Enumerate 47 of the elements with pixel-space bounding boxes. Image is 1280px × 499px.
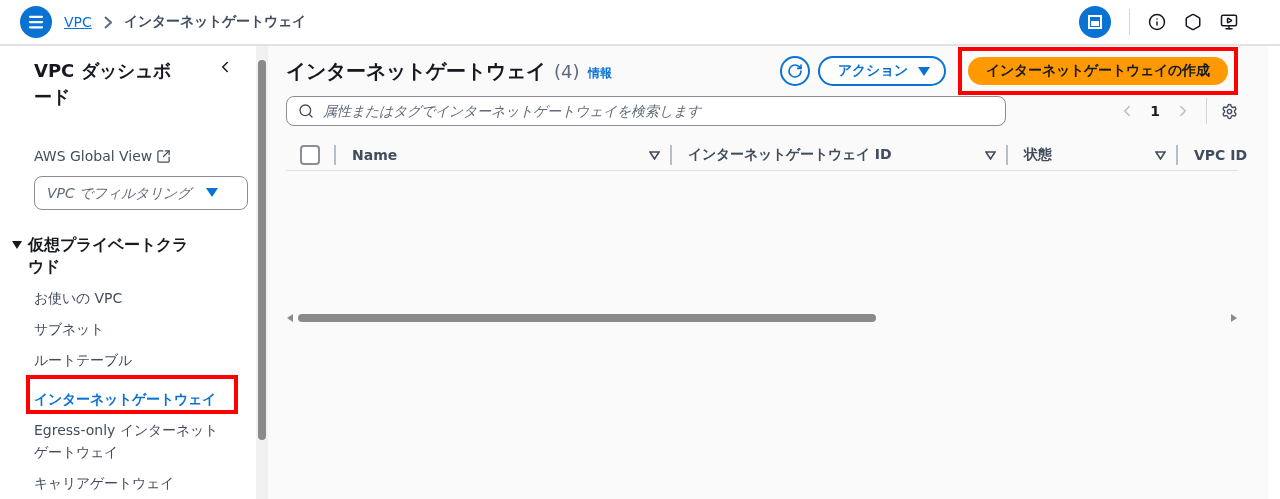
scrollbar[interactable] bbox=[298, 314, 876, 322]
scroll-left-icon[interactable] bbox=[286, 314, 294, 322]
search-icon bbox=[298, 103, 314, 119]
nav-item[interactable]: キャリアゲートウェイ bbox=[34, 472, 222, 494]
console-icon[interactable] bbox=[1220, 13, 1238, 31]
column-header[interactable]: Name bbox=[352, 147, 398, 163]
column-header[interactable]: VPC ID bbox=[1194, 147, 1248, 163]
page-number[interactable]: 1 bbox=[1150, 103, 1160, 119]
scroll-right-icon[interactable] bbox=[1230, 314, 1238, 322]
panel-toggle-button[interactable] bbox=[1079, 6, 1111, 38]
filter-dropdown[interactable]: VPC でフィルタリング bbox=[34, 176, 248, 210]
sidebar-title: VPC ダッシュボード bbox=[34, 59, 172, 109]
page-title: インターネットゲートウェイ bbox=[286, 57, 546, 85]
actions-button[interactable]: アクション bbox=[818, 56, 946, 86]
external-link-icon bbox=[156, 148, 172, 164]
menu-button[interactable] bbox=[20, 6, 52, 38]
column-header[interactable]: 状態 bbox=[1024, 146, 1052, 164]
menu-icon bbox=[27, 13, 45, 31]
select-all-checkbox[interactable] bbox=[300, 145, 320, 165]
refresh-icon bbox=[787, 63, 803, 79]
nav-item[interactable]: Egress-only インターネットゲートウェイ bbox=[34, 419, 222, 463]
nav-item[interactable]: サブネット bbox=[34, 318, 222, 340]
settings-icon[interactable] bbox=[1221, 102, 1238, 120]
hexagon-icon[interactable] bbox=[1184, 13, 1202, 31]
search-field[interactable]: 属性またはタグでインターネットゲートウェイを検索します bbox=[286, 96, 1006, 126]
caret-icon bbox=[206, 188, 219, 197]
sort-icon[interactable] bbox=[985, 150, 996, 160]
breadcrumb-current: インターネットゲートウェイ bbox=[123, 13, 306, 31]
section-heading: 仮想プライベートクラウド bbox=[28, 234, 189, 278]
info-icon[interactable] bbox=[1148, 13, 1166, 31]
global-view-link[interactable]: AWS Global View bbox=[34, 148, 235, 164]
refresh-button[interactable] bbox=[780, 56, 810, 86]
caret-icon bbox=[918, 66, 930, 76]
info-link[interactable]: 情報 bbox=[587, 64, 612, 82]
nav-item[interactable]: ルートテーブル bbox=[34, 349, 222, 371]
nav-item[interactable]: お使いの VPC bbox=[34, 287, 222, 309]
scrollbar[interactable] bbox=[256, 46, 268, 499]
column-header[interactable]: インターネットゲートウェイ ID bbox=[688, 146, 892, 164]
nav-item[interactable]: インターネットゲートウェイ bbox=[34, 388, 222, 410]
item-count: (4) bbox=[554, 60, 580, 82]
caret-icon[interactable] bbox=[12, 240, 22, 250]
sort-icon[interactable] bbox=[1155, 150, 1166, 160]
create-button[interactable]: インターネットゲートウェイの作成 bbox=[968, 57, 1228, 85]
sort-icon[interactable] bbox=[649, 150, 660, 160]
chevron-right-icon bbox=[103, 15, 112, 29]
breadcrumb-link[interactable]: VPC bbox=[64, 14, 92, 30]
window-icon bbox=[1088, 15, 1102, 29]
